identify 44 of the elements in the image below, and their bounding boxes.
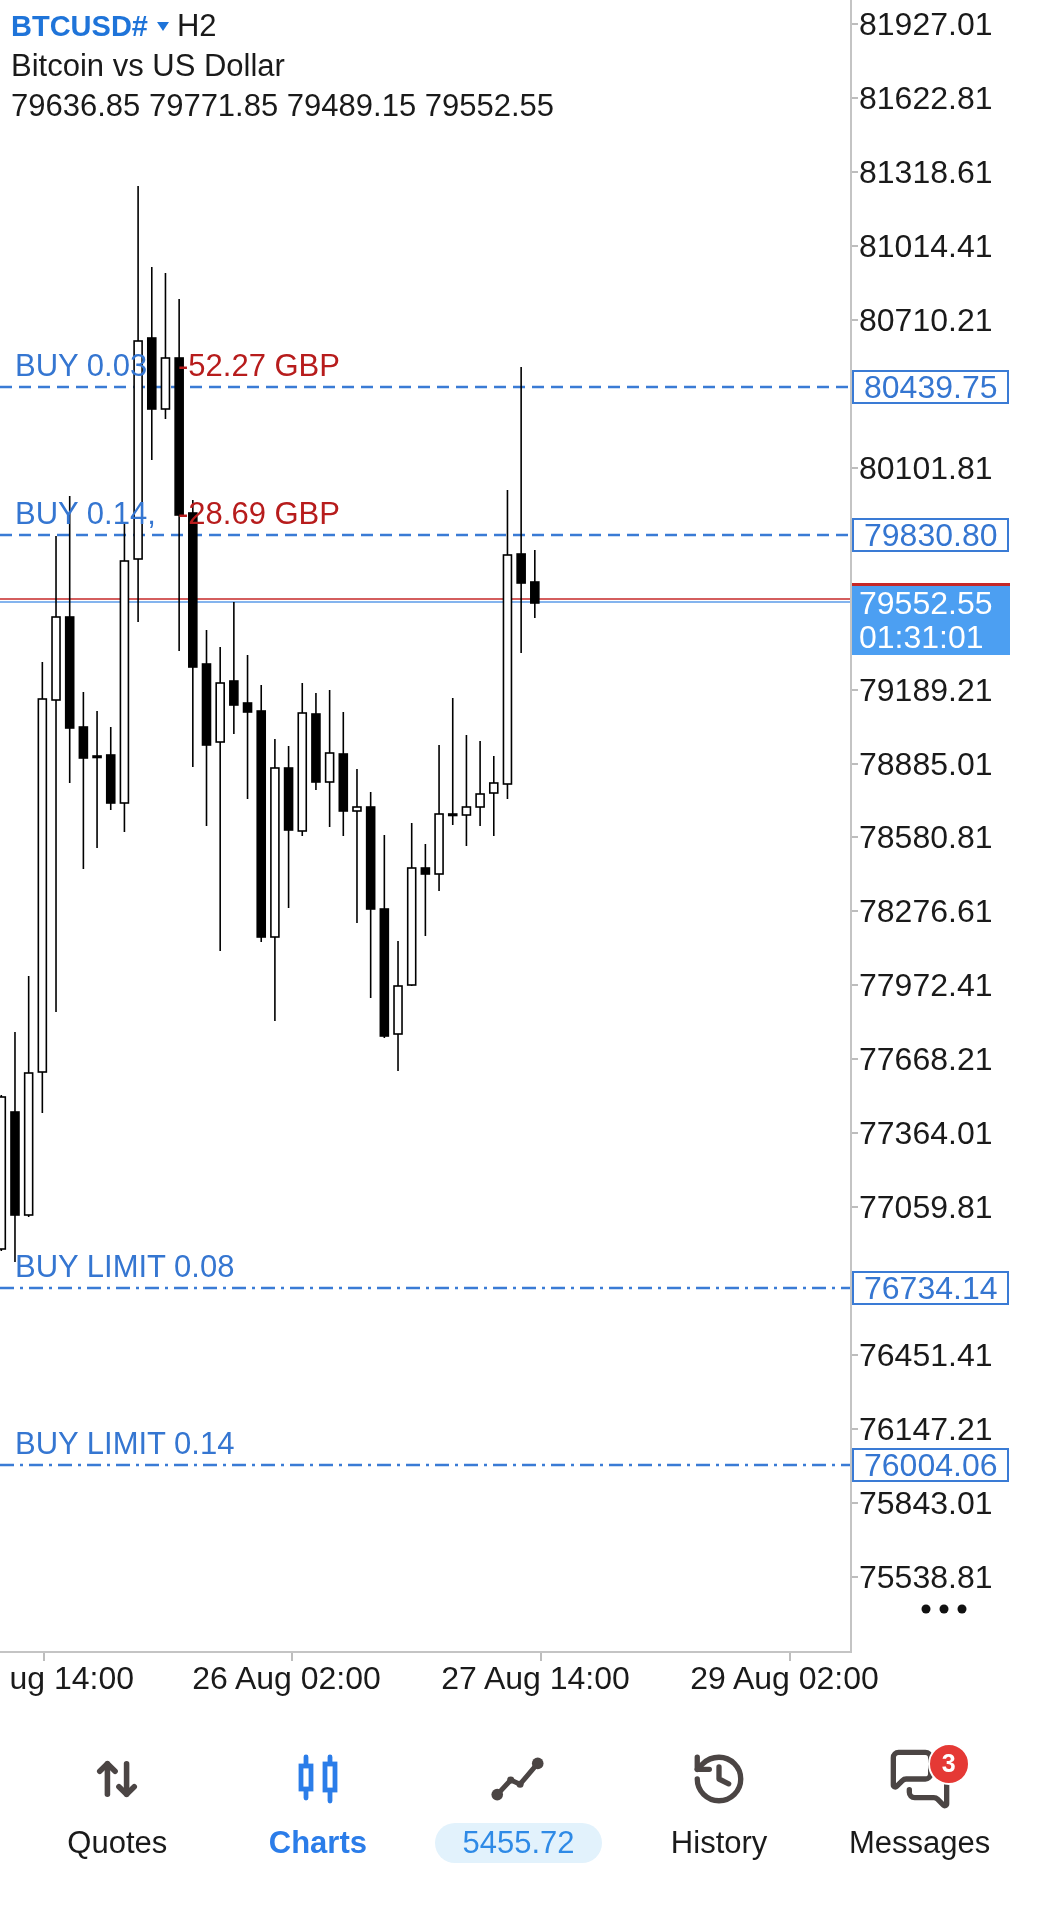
price-axis-label: 76147.21 bbox=[859, 1411, 993, 1448]
price-axis-label: 80710.21 bbox=[859, 301, 993, 338]
order-label: BUY LIMIT 0.14 bbox=[15, 1426, 235, 1462]
price-axis-label: 76451.41 bbox=[859, 1337, 993, 1374]
dropdown-caret-icon[interactable] bbox=[156, 21, 169, 31]
symbol-name[interactable]: BTCUSD# bbox=[11, 6, 148, 46]
price-axis-label: 78580.81 bbox=[859, 819, 993, 856]
price-axis-label: 80101.81 bbox=[859, 449, 993, 486]
price-axis-label: 79189.21 bbox=[859, 671, 993, 708]
time-axis-label: 27 Aug 14:00 bbox=[441, 1659, 630, 1698]
timeframe[interactable]: H2 bbox=[176, 6, 217, 46]
price-axis-label: 75843.01 bbox=[859, 1485, 993, 1521]
nav-tab[interactable]: Charts bbox=[268, 1742, 367, 1863]
price-axis-label: 77364.01 bbox=[859, 1115, 993, 1152]
time-axis-label: 29 Aug 02:00 bbox=[690, 1659, 879, 1698]
line-chart-icon bbox=[491, 1756, 546, 1802]
symbol-description: Bitcoin vs US Dollar bbox=[11, 47, 285, 85]
price-axis-label: 81014.41 bbox=[859, 227, 993, 264]
notification-badge: 3 bbox=[927, 1743, 970, 1785]
price-axis-label: 78276.61 bbox=[859, 893, 993, 930]
price-axis-label: 81318.61 bbox=[859, 153, 993, 190]
bar-countdown: 01:31:01 bbox=[859, 620, 985, 654]
order-price-tag: 76734.14 bbox=[852, 1271, 1010, 1305]
time-axis-label: ug 14:00 bbox=[9, 1659, 134, 1698]
balance-pill: 5455.72 bbox=[435, 1823, 602, 1863]
price-axis-label: 77668.21 bbox=[859, 1041, 993, 1078]
time-axis-label: 26 Aug 02:00 bbox=[192, 1659, 381, 1698]
ohlc-values: 79636.85 79771.85 79489.15 79552.55 bbox=[11, 87, 555, 125]
price-axis-label: 78885.01 bbox=[859, 745, 993, 782]
price-axis-label: 75538.81 bbox=[859, 1558, 993, 1595]
order-label: BUY LIMIT 0.08 bbox=[15, 1249, 235, 1285]
price-axis-label: 77972.41 bbox=[859, 967, 993, 1004]
nav-tab[interactable]: 3 Messages bbox=[849, 1742, 991, 1863]
current-price: 79552.55 bbox=[859, 586, 994, 620]
price-axis-label: 81927.01 bbox=[859, 6, 993, 42]
price-axis-label: 77059.81 bbox=[859, 1189, 993, 1226]
order-price-tag: 80439.75 bbox=[852, 370, 1010, 404]
order-price-tag: 76004.06 bbox=[852, 1448, 1010, 1482]
candlestick bbox=[530, 549, 540, 619]
nav-tab[interactable]: Quotes bbox=[67, 1742, 168, 1863]
more-options-icon[interactable] bbox=[921, 1604, 967, 1614]
order-price-tag: 79830.80 bbox=[852, 518, 1010, 552]
nav-tab[interactable]: History bbox=[670, 1742, 768, 1863]
price-axis-label: 81622.81 bbox=[859, 79, 993, 116]
